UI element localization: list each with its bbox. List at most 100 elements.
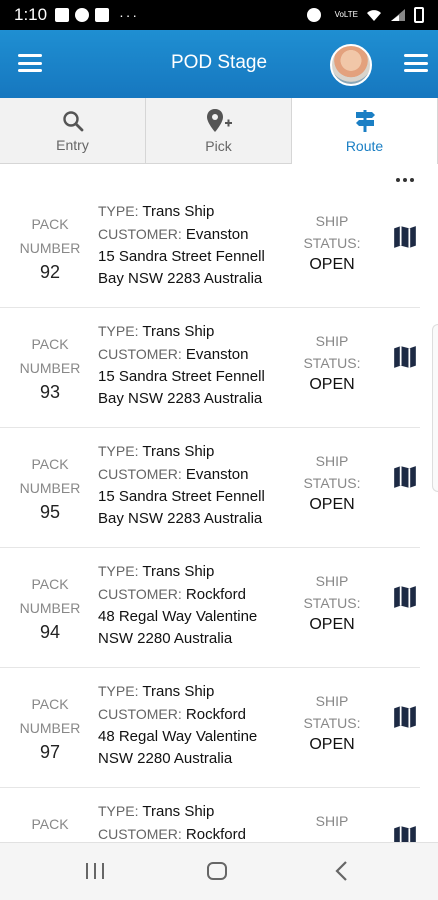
pack-number: 95 [39, 502, 61, 522]
type-label: TYPE: [98, 683, 139, 699]
more-options-icon[interactable] [396, 178, 414, 182]
page-title: POD Stage [170, 52, 268, 73]
status-label: STATUS: [303, 475, 361, 491]
signpost-icon [355, 110, 375, 132]
address-line-1: 15 Sandra Street Fennell [98, 248, 265, 265]
tab-route[interactable]: Route [292, 98, 438, 164]
pack-label: PACK [31, 816, 69, 832]
ship-label: SHIP [315, 693, 349, 709]
status-badge: OPEN [309, 496, 355, 513]
number-label: NUMBER [19, 480, 81, 496]
ship-status-block: SHIP STATUS: OPEN [294, 450, 370, 516]
wifi-icon [367, 10, 381, 21]
pack-list[interactable]: PACK NUMBER 92 TYPE: Trans Ship CUSTOMER… [0, 164, 438, 842]
app-header: POD Stage [0, 30, 438, 98]
tab-entry-label: Entry [56, 136, 89, 153]
avatar[interactable] [330, 44, 372, 86]
pack-number: 97 [39, 742, 61, 762]
pack-details: TYPE: Trans Ship CUSTOMER: Rockford 48 R… [98, 560, 298, 650]
pack-label: PACK [31, 336, 69, 352]
options-menu-icon[interactable] [404, 54, 428, 72]
location-plus-icon [206, 108, 232, 132]
number-label: NUMBER [19, 240, 81, 256]
pack-details: TYPE: Trans Ship CUSTOMER: Rockford 48 R… [98, 680, 298, 770]
status-badge: OPEN [309, 616, 355, 633]
map-icon[interactable] [392, 824, 418, 842]
address-line-2: NSW 2280 Australia [98, 630, 233, 647]
status-badge: OPEN [309, 736, 355, 753]
ship-status-block: SHIP [294, 810, 370, 832]
status-label: STATUS: [303, 355, 361, 371]
address-line-1: 48 Regal Way Valentine [98, 728, 258, 745]
customer-label: CUSTOMER: [98, 346, 182, 362]
tab-entry[interactable]: Entry [0, 98, 146, 164]
address-line-1: 15 Sandra Street Fennell [98, 488, 265, 505]
tab-bar: Entry Pick Route [0, 98, 438, 164]
ship-label: SHIP [315, 333, 349, 349]
pack-number: 94 [39, 622, 61, 642]
customer-value: Rockford [185, 586, 246, 603]
pack-number-block: PACK NUMBER 97 [14, 692, 86, 764]
messenger-icon [75, 8, 90, 22]
alarm-icon [306, 8, 321, 22]
tab-route-label: Route [345, 138, 384, 154]
status-bar: 1:10 ··· VoLTE [0, 0, 438, 30]
pack-number-block: PACK NUMBER 95 [14, 452, 86, 524]
ship-label: SHIP [315, 453, 349, 469]
search-icon [62, 110, 83, 131]
tab-pick-label: Pick [205, 137, 232, 154]
pack-number-block: PACK NUMBER 93 [14, 332, 86, 404]
facebook-icon [95, 8, 110, 22]
home-icon[interactable] [207, 862, 227, 880]
map-icon[interactable] [392, 704, 418, 730]
pack-details: TYPE: Trans Ship CUSTOMER: Evanston 15 S… [98, 320, 298, 410]
ship-status-block: SHIP STATUS: OPEN [294, 210, 370, 276]
pack-details: TYPE: Trans Ship CUSTOMER: Evanston 15 S… [98, 440, 298, 530]
map-icon[interactable] [392, 344, 418, 370]
number-label: NUMBER [19, 720, 81, 736]
type-label: TYPE: [98, 203, 139, 219]
list-item[interactable]: PACK NUMBER 97 TYPE: Trans Ship CUSTOMER… [0, 668, 420, 788]
customer-value: Evanston [185, 466, 249, 483]
pack-label: PACK [31, 576, 69, 592]
list-item[interactable]: PACK NUMBER 95 TYPE: Trans Ship CUSTOMER… [0, 428, 420, 548]
more-notifications-icon: ··· [119, 7, 140, 23]
scrollbar[interactable] [432, 324, 438, 492]
type-value: Trans Ship [142, 683, 215, 700]
status-time: 1:10 [14, 5, 48, 24]
type-label: TYPE: [98, 803, 139, 819]
menu-icon[interactable] [18, 54, 42, 72]
address-line-2: Bay NSW 2283 Australia [98, 270, 263, 287]
list-item[interactable]: PACK NUMBER 94 TYPE: Trans Ship CUSTOMER… [0, 548, 420, 668]
pack-number: 93 [39, 382, 61, 402]
list-item[interactable]: PACK NUMBER 93 TYPE: Trans Ship CUSTOMER… [0, 308, 420, 428]
map-icon[interactable] [392, 224, 418, 250]
ship-label: SHIP [315, 213, 349, 229]
status-label: STATUS: [303, 235, 361, 251]
ship-status-block: SHIP STATUS: OPEN [294, 690, 370, 756]
system-nav-bar [0, 842, 438, 900]
back-icon[interactable] [334, 860, 348, 882]
status-label: STATUS: [303, 595, 361, 611]
recent-apps-icon[interactable] [86, 863, 104, 879]
volte-indicator: VoLTE [334, 10, 358, 19]
list-item[interactable]: PACK NUMBER 92 TYPE: Trans Ship CUSTOMER… [0, 188, 420, 308]
list-item[interactable]: PACK TYPE: Trans Ship CUSTOMER: Rockford… [0, 788, 420, 842]
address-line-1: 15 Sandra Street Fennell [98, 368, 265, 385]
type-label: TYPE: [98, 443, 139, 459]
pack-label: PACK [31, 456, 69, 472]
battery-icon [414, 7, 424, 23]
pack-number: 92 [39, 262, 61, 282]
map-icon[interactable] [392, 584, 418, 610]
ship-status-block: SHIP STATUS: OPEN [294, 330, 370, 396]
status-badge: OPEN [309, 376, 355, 393]
customer-value: Rockford [185, 826, 246, 842]
customer-label: CUSTOMER: [98, 826, 182, 842]
map-icon[interactable] [392, 464, 418, 490]
type-value: Trans Ship [142, 443, 215, 460]
pack-details: TYPE: Trans Ship CUSTOMER: Evanston 15 S… [98, 200, 298, 290]
type-value: Trans Ship [142, 803, 215, 820]
customer-label: CUSTOMER: [98, 226, 182, 242]
gallery-icon [55, 8, 70, 22]
tab-pick[interactable]: Pick [146, 98, 292, 164]
